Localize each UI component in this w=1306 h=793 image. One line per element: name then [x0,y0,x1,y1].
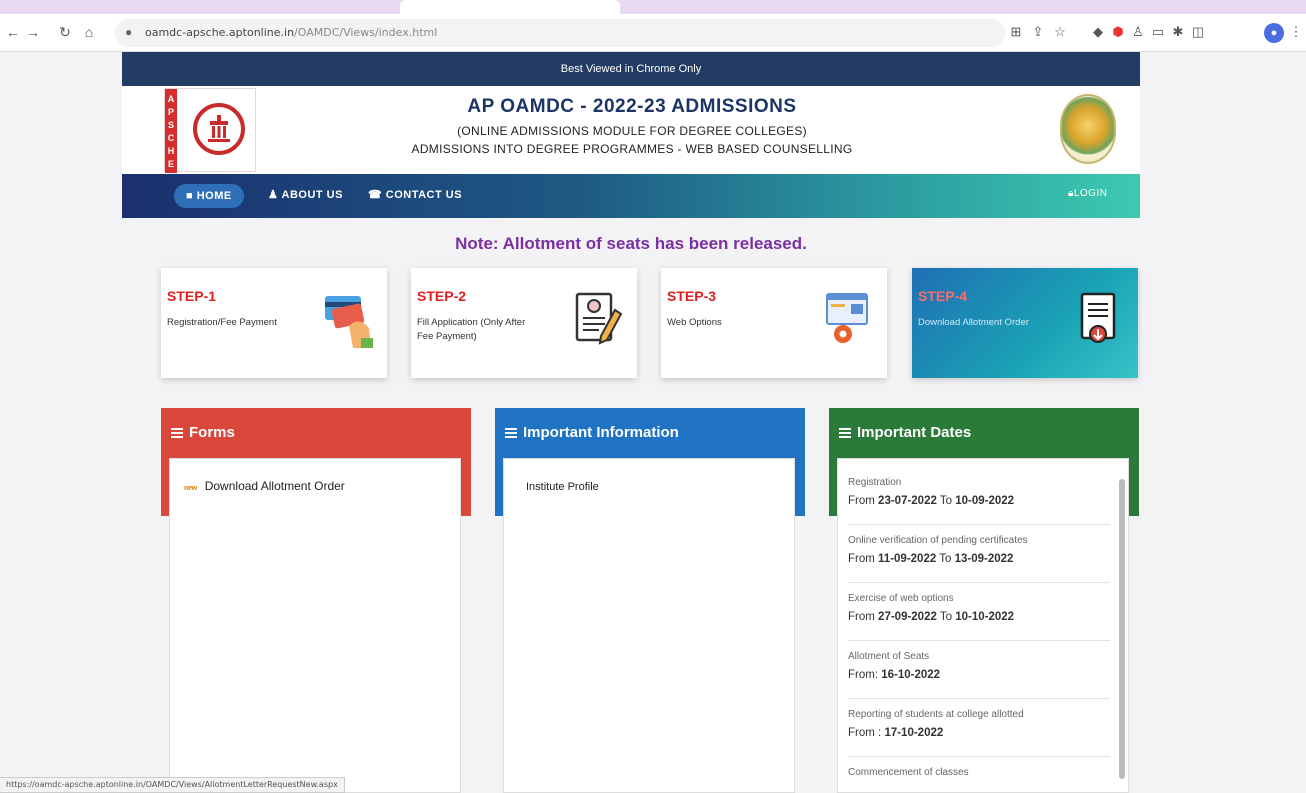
address-text[interactable]: oamdc-apsche.aptonline.in/OAMDC/Views/in… [145,26,437,39]
step-label: STEP-3 [667,288,717,304]
browser-notice-bar: Best Viewed in Chrome Only [122,52,1140,86]
main-navbar: ■ HOME ♟ ABOUT US ☎ CONTACT US 🔒︎LOGIN [122,174,1140,218]
active-tab[interactable] [400,0,620,14]
list-icon [171,426,183,438]
credit-card-payment-icon [325,296,373,348]
forms-panel-body: new Download Allotment Order [169,458,461,793]
date-item-registration: Registration From 23-07-2022 To 10-09-20… [848,467,1110,525]
lock-icon: ● [125,25,133,39]
forms-scrollbar[interactable] [450,463,458,783]
important-dates-panel: Important Dates Registration From 23-07-… [829,408,1139,793]
extension-icon[interactable]: ◆ [1090,24,1106,40]
info-panel-body: Institute Profile [503,458,795,793]
ap-govt-seal-logo [1056,90,1122,170]
reload-icon[interactable]: ↻ [56,23,74,41]
step-label: STEP-4 [918,288,968,304]
step-1-card[interactable]: STEP-1 Registration/Fee Payment [161,268,387,378]
download-document-icon [1080,292,1116,343]
page-subtitle-2: ADMISSIONS INTO DEGREE PROGRAMMES - WEB … [411,142,853,156]
date-item-web-options: Exercise of web options From 27-09-2022 … [848,583,1110,641]
step-description: Fill Application (Only After Fee Payment… [417,317,526,342]
list-icon [505,426,517,438]
step-description: Web Options [667,317,722,328]
header-text: AP OAMDC - 2022-23 ADMISSIONS (ONLINE AD… [322,96,942,156]
menu-kebab-icon[interactable]: ⋮ [1288,24,1304,40]
info-scrollbar[interactable] [784,463,792,783]
nav-home[interactable]: ■ HOME [174,184,244,208]
forms-panel-title: Forms [171,424,235,441]
nav-login[interactable]: 🔒︎LOGIN [1068,188,1107,199]
tab-strip [0,0,1306,14]
user-icon: ♟ [268,189,282,201]
bookmark-star-icon[interactable]: ☆ [1052,24,1068,40]
extension-shield-icon[interactable]: ⬢ [1110,24,1126,40]
home-icon: ■ [186,190,197,202]
allotment-note: Note: Allotment of seats has been releas… [455,234,807,253]
site-header: A P S C H E AP OAMDC - 2022-23 ADMISSION… [122,86,1140,174]
emblem-icon [193,103,245,155]
nav-contact-us[interactable]: ☎ CONTACT US [368,188,462,201]
phone-icon: ☎ [368,189,386,201]
extensions-puzzle-icon[interactable]: ✱ [1170,24,1186,40]
step-3-card[interactable]: STEP-3 Web Options [661,268,887,378]
extension-person-icon[interactable]: ♙ [1130,24,1146,40]
step-label: STEP-1 [167,288,217,304]
home-icon[interactable]: ⌂ [80,23,98,41]
nav-about-us[interactable]: ♟ ABOUT US [268,188,343,201]
page-title: AP OAMDC - 2022-23 ADMISSIONS [467,96,797,117]
step-description: Download Allotment Order [918,317,1029,328]
date-item-reporting: Reporting of students at college allotte… [848,699,1110,757]
date-item-allotment: Allotment of Seats From: 16-10-2022 [848,641,1110,699]
browser-toolbar: ← → ↻ ⌂ ● oamdc-apsche.aptonline.in/OAMD… [0,14,1306,52]
address-bar[interactable]: ● oamdc-apsche.aptonline.in/OAMDC/Views/… [115,19,1005,47]
new-badge: new [184,485,197,492]
step-2-card[interactable]: STEP-2 Fill Application (Only After Fee … [411,268,637,378]
translate-icon[interactable]: ⊞ [1008,24,1024,40]
download-allotment-order-link[interactable]: new Download Allotment Order [184,479,345,493]
web-options-settings-icon [826,293,868,343]
seal-icon [1060,94,1116,164]
application-form-pen-icon [575,292,623,345]
page-subtitle-1: (ONLINE ADMISSIONS MODULE FOR DEGREE COL… [457,124,807,138]
institute-profile-link[interactable]: Institute Profile [526,481,599,493]
sidepanel-icon[interactable]: ◫ [1190,24,1206,40]
dates-scrollbar[interactable] [1118,463,1126,783]
apsche-letters: A P S C H E [165,89,177,173]
back-icon[interactable]: ← [4,23,22,41]
list-icon [839,426,851,438]
profile-avatar[interactable]: ● [1264,23,1284,43]
date-item-commencement: Commencement of classes [848,767,969,778]
important-information-panel: Important Information Institute Profile [495,408,805,793]
link-status-bar: https://oamdc-apsche.aptonline.in/OAMDC/… [0,777,345,793]
dates-panel-title: Important Dates [839,424,971,441]
extension-box-icon[interactable]: ▭ [1150,24,1166,40]
step-4-card[interactable]: STEP-4 Download Allotment Order [912,268,1138,378]
apsche-logo[interactable]: A P S C H E [164,88,256,173]
forward-icon[interactable]: → [24,23,42,41]
info-panel-title: Important Information [505,424,679,441]
scrollbar-thumb[interactable] [1119,479,1125,779]
step-description: Registration/Fee Payment [167,317,277,328]
step-label: STEP-2 [417,288,467,304]
forms-panel: Forms new Download Allotment Order [161,408,471,793]
date-item-verification: Online verification of pending certifica… [848,525,1110,583]
share-icon[interactable]: ⇪ [1030,24,1046,40]
dates-panel-body: Registration From 23-07-2022 To 10-09-20… [837,458,1129,793]
